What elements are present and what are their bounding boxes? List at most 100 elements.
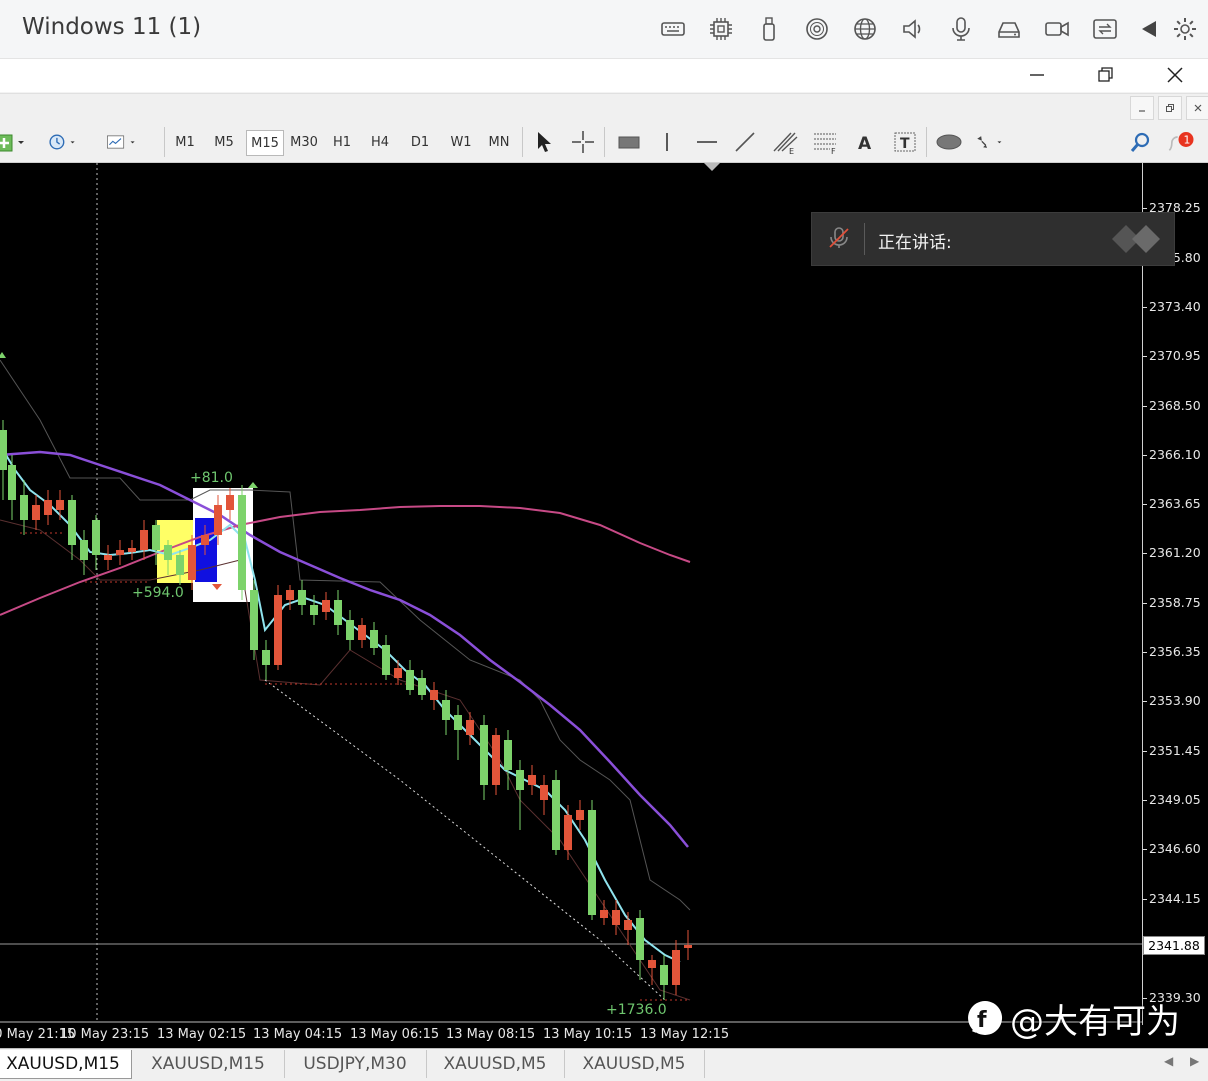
network-icon[interactable]	[850, 14, 880, 44]
tabs-scroll-left-icon[interactable]: ◀	[1164, 1054, 1173, 1068]
disc-icon[interactable]	[802, 14, 832, 44]
tab-xauusd-m15[interactable]: XAUUSD,M15	[0, 1050, 132, 1079]
tabs-scroll-right-icon[interactable]: ▶	[1190, 1054, 1199, 1068]
timeframe-mn-button[interactable]: MN	[482, 130, 516, 154]
candle-body	[442, 700, 450, 720]
trade-profit-label: +594.0	[132, 585, 184, 601]
candle-body	[576, 810, 584, 820]
candle-body	[600, 910, 608, 918]
candle-body	[552, 780, 560, 850]
price-axis-label: 2361.20	[1149, 545, 1201, 560]
timeframe-m1-button[interactable]: M1	[168, 130, 202, 154]
candle-body	[322, 600, 330, 612]
candle-body	[140, 530, 148, 550]
timeframe-m5-button[interactable]: M5	[206, 130, 242, 154]
arrows-tool-icon[interactable]	[974, 128, 1004, 156]
tab-xauusd-m5[interactable]: XAUUSD,M5	[564, 1050, 705, 1078]
trendline-dotted	[264, 679, 666, 1001]
speaker-icon[interactable]	[898, 14, 928, 44]
close-icon	[1167, 67, 1183, 83]
new-order-icon[interactable]	[0, 128, 24, 156]
keyboard-icon[interactable]	[658, 14, 688, 44]
mdi-restore-icon	[1166, 104, 1174, 112]
minimize-button[interactable]	[1022, 62, 1052, 88]
price-axis-label: 2373.40	[1149, 299, 1201, 314]
usb-icon[interactable]	[754, 14, 784, 44]
price-axis-label: 2353.90	[1149, 693, 1201, 708]
notification-icon[interactable]: 1	[1166, 128, 1196, 156]
collapse-arrow-icon[interactable]	[1134, 14, 1164, 44]
candle-body	[418, 678, 426, 695]
rectangle-tool-icon[interactable]	[614, 128, 644, 156]
mdi-bar	[0, 93, 1208, 122]
timeframe-w1-button[interactable]: W1	[444, 130, 478, 154]
candle-body	[406, 670, 414, 690]
fibonacci-icon[interactable]: F	[810, 128, 840, 156]
candle-body	[176, 555, 184, 575]
drive-icon[interactable]	[994, 14, 1024, 44]
equidistant-channel-icon[interactable]: E	[770, 128, 800, 156]
candle-body	[0, 430, 7, 470]
svg-text:E: E	[789, 147, 794, 155]
cpu-icon[interactable]	[706, 14, 736, 44]
price-axis-label: 2370.95	[1149, 348, 1201, 363]
close-button[interactable]	[1160, 62, 1190, 88]
settings-icon[interactable]	[1170, 14, 1200, 44]
candle-body	[454, 715, 462, 730]
search-icon[interactable]	[1126, 128, 1156, 156]
price-axis-label: 2351.45	[1149, 743, 1201, 758]
muted-microphone-icon[interactable]	[826, 225, 852, 255]
text-label-icon[interactable]: T	[890, 128, 920, 156]
vertical-line-icon[interactable]	[652, 128, 682, 156]
microphone-icon[interactable]	[946, 14, 976, 44]
timeframe-m15-button[interactable]: M15	[246, 130, 284, 156]
time-axis-label: 10 May 23:15	[60, 1027, 150, 1042]
templates-icon[interactable]	[106, 128, 136, 156]
candle-body	[660, 965, 668, 985]
crosshair-icon[interactable]	[568, 128, 598, 156]
clock-icon[interactable]	[46, 128, 76, 156]
camera-icon[interactable]	[1042, 14, 1072, 44]
text-tool-icon[interactable]: A	[850, 128, 880, 156]
current-price-label: 2341.88	[1143, 936, 1205, 955]
mdi-minimize-button[interactable]	[1130, 96, 1154, 120]
price-axis-label: 2366.10	[1149, 447, 1201, 462]
candle-body	[80, 540, 88, 560]
timeframe-d1-button[interactable]: D1	[404, 130, 436, 154]
candle-body	[492, 735, 500, 785]
mdi-close-button[interactable]	[1186, 96, 1208, 120]
ellipse-tool-icon[interactable]	[934, 128, 964, 156]
transfer-icon[interactable]	[1090, 14, 1120, 44]
tab-usdjpy-m30[interactable]: USDJPY,M30	[284, 1050, 427, 1078]
timeframe-h1-button[interactable]: H1	[326, 130, 358, 154]
horizontal-line-icon[interactable]	[692, 128, 722, 156]
svg-text:A: A	[858, 134, 872, 153]
price-axis-label: 2344.15	[1149, 891, 1201, 906]
time-axis-label: 13 May 08:15	[446, 1027, 536, 1042]
price-axis: 2378.252375.802373.402370.952368.502366.…	[1142, 163, 1208, 1025]
timeframe-h4-button[interactable]: H4	[364, 130, 396, 154]
cursor-icon[interactable]	[528, 128, 558, 156]
watermark-text: @大有可为	[1010, 1001, 1180, 1042]
tab-xauusd-m5[interactable]: XAUUSD,M5	[426, 1050, 565, 1078]
restore-button[interactable]	[1090, 62, 1120, 88]
envelope-upper-line	[0, 359, 691, 911]
candle-body	[624, 920, 632, 930]
candle-body	[346, 620, 354, 640]
trade-profit-label: +1736.0	[606, 1002, 667, 1018]
speaker-avatar-icon	[1112, 223, 1172, 259]
trendline-icon[interactable]	[730, 128, 760, 156]
candle-body	[466, 720, 474, 735]
candle-body	[286, 590, 294, 600]
chart-shift-marker	[704, 163, 720, 171]
tab-xauusd-m15[interactable]: XAUUSD,M15	[132, 1050, 285, 1078]
moving-average-cyan	[0, 444, 681, 963]
candle-body	[480, 725, 488, 785]
moving-average-magenta	[0, 505, 691, 616]
candle-body	[116, 550, 124, 555]
mdi-restore-button[interactable]	[1158, 96, 1182, 120]
candle-body	[672, 950, 680, 985]
timeframe-m30-button[interactable]: M30	[286, 130, 322, 154]
candle-body	[8, 465, 16, 500]
candle-body	[528, 775, 536, 785]
